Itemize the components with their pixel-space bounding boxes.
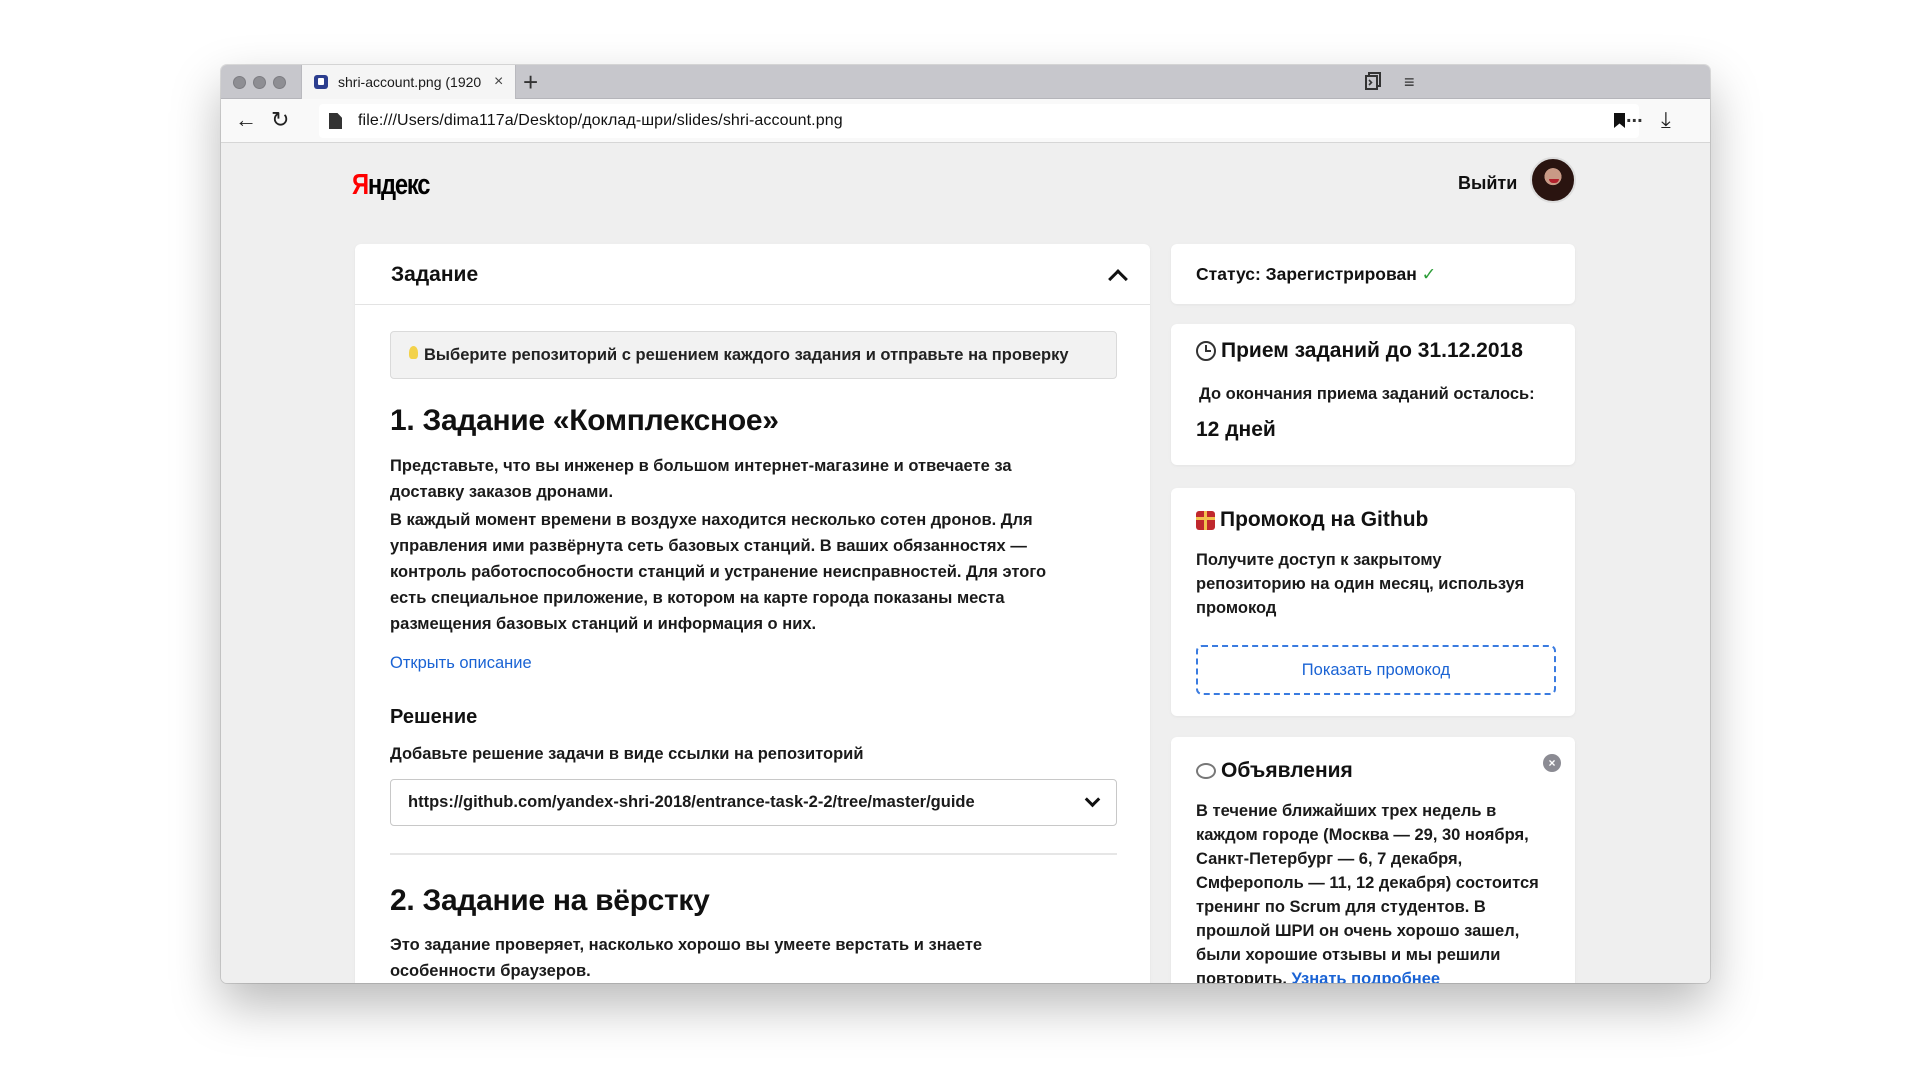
more-actions-button[interactable]: ... [1626, 105, 1643, 128]
check-icon: ✓ [1421, 264, 1437, 284]
tab-collection-icon[interactable] [1365, 72, 1383, 95]
solution-hint: Добавьте решение задачи в виде ссылки на… [390, 745, 864, 763]
close-icon[interactable]: × [1543, 754, 1561, 772]
task-card: Задание Выберите репозиторий с решением … [355, 244, 1150, 983]
file-icon [329, 113, 342, 129]
announcements-title: Объявления [1196, 759, 1353, 783]
announcements-card: Объявления × В течение ближайших трех не… [1171, 737, 1575, 983]
tab-title: shri-account.png (1920 [338, 74, 482, 90]
yandex-logo[interactable]: Яндекс [352, 169, 430, 202]
task2-title: 2. Задание на вёрстку [390, 884, 710, 917]
clock-icon [1196, 341, 1216, 361]
speech-bubble-icon [1196, 763, 1216, 779]
deadline-card: Прием заданий до 31.12.2018 До окончания… [1171, 324, 1575, 465]
promo-text: Получите доступ к закрытому репозиторию … [1196, 551, 1525, 617]
status-label: Статус: Зарегистрирован ✓ [1196, 264, 1437, 284]
task1-title: 1. Задание «Комплексное» [390, 404, 779, 437]
hamburger-menu-icon[interactable]: ≡ [1404, 72, 1415, 93]
show-promo-button[interactable]: Показать промокод [1196, 645, 1556, 695]
task-card-title: Задание [391, 263, 479, 286]
window-close-dot[interactable] [233, 76, 246, 89]
gift-icon [1196, 510, 1215, 530]
repository-select[interactable]: https://github.com/yandex-shri-2018/entr… [390, 779, 1117, 826]
deadline-title: Прием заданий до 31.12.2018 [1196, 339, 1523, 363]
open-description-link[interactable]: Открыть описание [390, 654, 532, 673]
back-button[interactable]: ← [235, 107, 257, 133]
chevron-down-icon [1084, 791, 1101, 808]
hint-text: Выберите репозиторий с решением каждого … [424, 345, 1069, 364]
chevron-up-icon[interactable] [1108, 269, 1128, 289]
task-divider [390, 853, 1117, 855]
task-card-header[interactable]: Задание [355, 244, 1150, 305]
announcements-text: В течение ближайших трех недель в каждом… [1196, 799, 1551, 983]
lightbulb-icon [409, 345, 418, 359]
window-minimize-dot[interactable] [253, 76, 266, 89]
promo-title: Промокод на Github [1196, 508, 1428, 532]
deadline-subtitle: До окончания приема заданий осталось: [1199, 385, 1535, 403]
tab-close-icon[interactable]: × [494, 73, 503, 91]
tab-favicon-icon [314, 75, 328, 89]
deadline-remaining: 12 дней [1196, 418, 1276, 441]
address-bar[interactable]: file:///Users/dima117a/Desktop/доклад-шр… [319, 104, 1639, 138]
promo-card: Промокод на Github Получите доступ к зак… [1171, 488, 1575, 716]
navigation-toolbar: ← ↻ file:///Users/dima117a/Desktop/докла… [221, 99, 1710, 143]
address-url[interactable]: file:///Users/dima117a/Desktop/доклад-шр… [358, 112, 843, 130]
repository-select-value: https://github.com/yandex-shri-2018/entr… [408, 793, 975, 811]
learn-more-link[interactable]: Узнать подробнее [1292, 970, 1441, 983]
tab-bar: shri-account.png (1920 × + ≡ [221, 65, 1710, 99]
browser-tab-active[interactable]: shri-account.png (1920 × [301, 65, 516, 99]
task1-paragraph-2: В каждый момент времени в воздухе находи… [390, 511, 1047, 633]
new-tab-button[interactable]: + [523, 67, 538, 97]
avatar[interactable] [1530, 157, 1576, 203]
bookmark-icon[interactable] [1614, 113, 1625, 128]
status-card: Статус: Зарегистрирован ✓ [1171, 244, 1575, 304]
reload-button[interactable]: ↻ [271, 107, 289, 133]
hint-banner: Выберите репозиторий с решением каждого … [390, 331, 1117, 379]
browser-window: shri-account.png (1920 × + ≡ ← ↻ file://… [221, 65, 1710, 983]
page-content: Яндекс Выйти Задание Выберите репозитори… [221, 143, 1710, 983]
download-icon[interactable]: ⤓ [1661, 107, 1671, 133]
window-zoom-dot[interactable] [273, 76, 286, 89]
logout-link[interactable]: Выйти [1458, 173, 1517, 194]
solution-title: Решение [390, 706, 478, 728]
task2-paragraph: Это задание проверяет, насколько хорошо … [390, 936, 983, 980]
task1-paragraph-1: Представьте, что вы инженер в большом ин… [390, 457, 1012, 501]
